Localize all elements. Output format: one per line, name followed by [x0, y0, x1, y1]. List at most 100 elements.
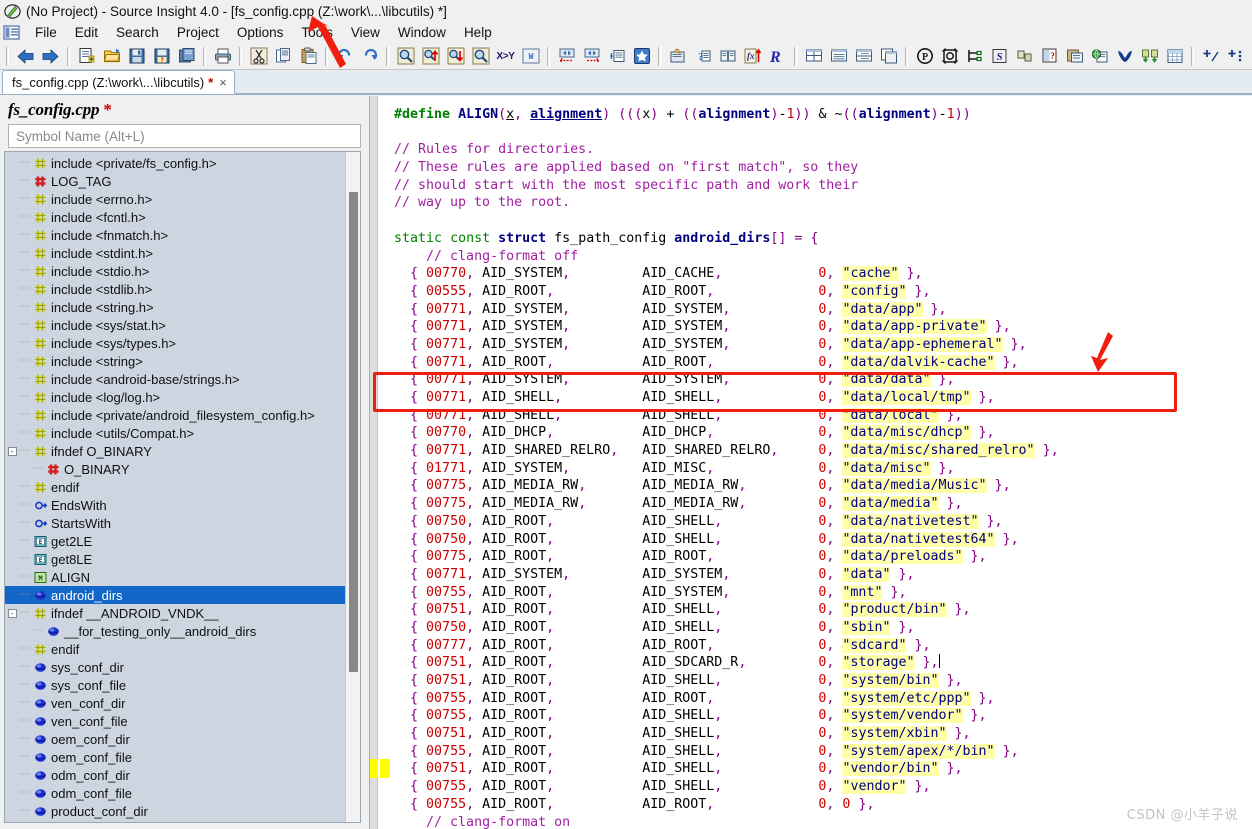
- symbol-list-item[interactable]: include <android-base/strings.h>: [5, 370, 345, 388]
- jump-back-icon[interactable]: [554, 44, 579, 68]
- function-icon[interactable]: fx: [740, 44, 765, 68]
- symbol-list-item[interactable]: include <private/fs_config.h>: [5, 154, 345, 172]
- symbol-list-item[interactable]: __for_testing_only__android_dirs: [5, 622, 345, 640]
- file-compare-icon[interactable]: [1012, 44, 1037, 68]
- menu-item-options[interactable]: Options: [228, 24, 293, 42]
- menu-item-window[interactable]: Window: [389, 24, 455, 42]
- menu-item-project[interactable]: Project: [168, 24, 228, 42]
- smart-rename-icon[interactable]: S: [987, 44, 1012, 68]
- forward-icon[interactable]: [38, 44, 63, 68]
- symbol-list-item[interactable]: include <utils/Compat.h>: [5, 424, 345, 442]
- symbol-list-item[interactable]: EndsWith: [5, 496, 345, 514]
- symbol-list-item[interactable]: include <string.h>: [5, 298, 345, 316]
- symbol-list-item[interactable]: LOG_TAG: [5, 172, 345, 190]
- redo-icon[interactable]: [357, 44, 382, 68]
- window-control-icon[interactable]: [3, 24, 21, 41]
- expander-icon[interactable]: -: [5, 446, 19, 456]
- browse-project-icon[interactable]: [715, 44, 740, 68]
- vertical-split-icon[interactable]: [851, 44, 876, 68]
- copy-icon[interactable]: [271, 44, 296, 68]
- symbol-list-item[interactable]: sys_conf_file: [5, 676, 345, 694]
- symbol-list-item[interactable]: ven_conf_file: [5, 712, 345, 730]
- indent-icon[interactable]: [962, 44, 987, 68]
- copy-file-icon[interactable]: [174, 44, 199, 68]
- symbol-list-item[interactable]: include <log/log.h>: [5, 388, 345, 406]
- paste-icon[interactable]: [296, 44, 321, 68]
- symbol-list-item[interactable]: include <private/android_filesystem_conf…: [5, 406, 345, 424]
- symbol-list-item[interactable]: include <fnmatch.h>: [5, 226, 345, 244]
- globe-doc-icon[interactable]: [1087, 44, 1112, 68]
- replace-icon[interactable]: X>Y: [493, 44, 518, 68]
- save-all-icon[interactable]: ?: [149, 44, 174, 68]
- expander-toggle[interactable]: -: [7, 446, 17, 456]
- save-icon[interactable]: [124, 44, 149, 68]
- symbol-list-item[interactable]: include <fcntl.h>: [5, 208, 345, 226]
- symbol-search-input[interactable]: Symbol Name (Alt+L): [8, 124, 361, 149]
- menu-item-help[interactable]: Help: [455, 24, 501, 42]
- source-code-text[interactable]: #define ALIGN(x, alignment) (((x) + ((al…: [392, 96, 1252, 829]
- symbol-list-item[interactable]: StartsWith: [5, 514, 345, 532]
- symbol-list-item[interactable]: include <string>: [5, 352, 345, 370]
- back-icon[interactable]: [13, 44, 38, 68]
- symbol-list-item[interactable]: include <stdio.h>: [5, 262, 345, 280]
- menu-item-file[interactable]: File: [26, 24, 66, 42]
- custom-command-icon[interactable]: [1198, 44, 1223, 68]
- search-web-icon[interactable]: W: [518, 44, 543, 68]
- context-window-icon[interactable]: [665, 44, 690, 68]
- symbol-list-item[interactable]: odm_conf_dir: [5, 766, 345, 784]
- project-icon[interactable]: P: [912, 44, 937, 68]
- duplicate-window-icon[interactable]: [876, 44, 901, 68]
- lookup-reference-icon[interactable]: [468, 44, 493, 68]
- menu-item-edit[interactable]: Edit: [66, 24, 107, 42]
- symbol-list-item[interactable]: - ifndef O_BINARY: [5, 442, 345, 460]
- symbol-list-item[interactable]: Eget2LE: [5, 532, 345, 550]
- symbol-list-item[interactable]: M ALIGN: [5, 568, 345, 586]
- scrollbar-thumb[interactable]: [349, 192, 358, 673]
- symbol-list-item[interactable]: include <stdint.h>: [5, 244, 345, 262]
- menu-item-tools[interactable]: Tools: [292, 24, 342, 42]
- open-folder-icon[interactable]: [99, 44, 124, 68]
- symbol-list-item[interactable]: endif: [5, 478, 345, 496]
- symbol-list-item[interactable]: oem_conf_dir: [5, 730, 345, 748]
- column-icon[interactable]: [1162, 44, 1187, 68]
- sort-icon[interactable]: [1062, 44, 1087, 68]
- new-file-icon[interactable]: [74, 44, 99, 68]
- close-icon[interactable]: ×: [217, 75, 227, 90]
- more-commands-icon[interactable]: [1223, 44, 1248, 68]
- cut-icon[interactable]: [246, 44, 271, 68]
- search-down-icon[interactable]: [443, 44, 468, 68]
- bookmark-icon[interactable]: [629, 44, 654, 68]
- horizontal-split-icon[interactable]: [826, 44, 851, 68]
- editor-fold-gutter[interactable]: [378, 96, 392, 829]
- symbol-info-icon[interactable]: ?: [690, 44, 715, 68]
- expander-icon[interactable]: -: [5, 608, 19, 618]
- refactor-icon[interactable]: R: [765, 44, 790, 68]
- symbol-list-item[interactable]: include <sys/types.h>: [5, 334, 345, 352]
- symbol-list[interactable]: include <private/fs_config.h> LOG_TAGincl…: [5, 152, 345, 822]
- symbol-list-item[interactable]: O_BINARY: [5, 460, 345, 478]
- merge-icon[interactable]: [1137, 44, 1162, 68]
- tab-fs-config-cpp[interactable]: fs_config.cpp (Z:\work\...\libcutils) * …: [2, 70, 235, 94]
- jump-forward-icon[interactable]: [579, 44, 604, 68]
- print-icon[interactable]: [210, 44, 235, 68]
- search-up-icon[interactable]: [418, 44, 443, 68]
- symbol-list-item[interactable]: product_conf_file: [5, 820, 345, 823]
- expander-toggle[interactable]: -: [7, 608, 17, 618]
- symbol-window-icon[interactable]: [604, 44, 629, 68]
- symbol-list-item[interactable]: product_conf_dir: [5, 802, 345, 820]
- symbol-list-scrollbar[interactable]: [345, 152, 360, 822]
- symbol-list-item[interactable]: android_dirs: [5, 586, 345, 605]
- symbol-list-item[interactable]: odm_conf_file: [5, 784, 345, 802]
- undo-icon[interactable]: [332, 44, 357, 68]
- menu-item-search[interactable]: Search: [107, 24, 168, 42]
- symbol-list-item[interactable]: ven_conf_dir: [5, 694, 345, 712]
- search-icon[interactable]: [393, 44, 418, 68]
- sync-icon[interactable]: ?: [1037, 44, 1062, 68]
- symbol-list-item[interactable]: Eget8LE: [5, 550, 345, 568]
- symbol-list-item[interactable]: - ifndef __ANDROID_VNDK__: [5, 604, 345, 622]
- symbol-list-item[interactable]: sys_conf_dir: [5, 658, 345, 676]
- symbol-list-item[interactable]: endif: [5, 640, 345, 658]
- symbol-list-item[interactable]: oem_conf_file: [5, 748, 345, 766]
- menu-item-view[interactable]: View: [342, 24, 389, 42]
- symbol-list-item[interactable]: include <sys/stat.h>: [5, 316, 345, 334]
